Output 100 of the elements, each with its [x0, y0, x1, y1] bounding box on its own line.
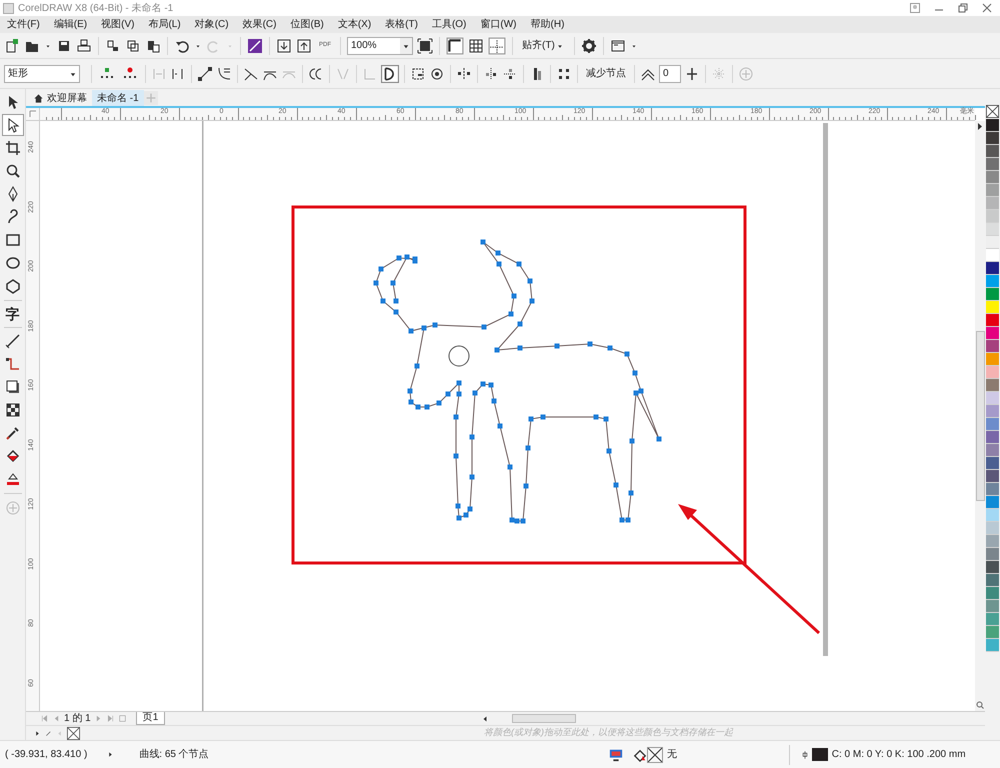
drop-shadow-icon[interactable] [4, 379, 20, 395]
fill-bucket-icon[interactable] [4, 448, 20, 464]
fill-icon[interactable] [632, 748, 647, 762]
color-swatch[interactable] [986, 379, 999, 392]
color-swatch[interactable] [986, 340, 999, 353]
color-swatch[interactable] [986, 392, 999, 405]
menu-item[interactable]: 对象(C) [190, 17, 234, 32]
copy-icon[interactable] [105, 38, 121, 54]
transparency-icon[interactable] [4, 402, 20, 418]
launcher-icon[interactable] [247, 38, 263, 54]
stretch-nodes-icon[interactable] [410, 66, 426, 82]
node-grid-icon[interactable] [711, 66, 727, 82]
zoom-icon[interactable] [976, 701, 984, 709]
line-tool-icon[interactable] [197, 66, 213, 82]
ruler-origin-icon[interactable] [28, 110, 36, 118]
slider-icon[interactable] [684, 66, 700, 82]
guidelines-icon[interactable] [488, 36, 506, 54]
color-swatch[interactable] [986, 353, 999, 366]
menu-item[interactable]: 位图(B) [285, 17, 329, 32]
menu-item[interactable]: 工具(O) [426, 17, 472, 32]
snap-dropdown[interactable]: 贴齐(T) [519, 36, 568, 54]
color-swatch[interactable] [986, 210, 999, 223]
color-swatch[interactable] [986, 574, 999, 587]
color-swatch[interactable] [986, 470, 999, 483]
polygon-tool-icon[interactable] [4, 278, 20, 294]
color-swatch[interactable] [986, 535, 999, 548]
color-swatch[interactable] [986, 145, 999, 158]
crop-tool-icon[interactable] [4, 140, 20, 156]
full-screen-icon[interactable] [417, 38, 433, 54]
color-swatch[interactable] [986, 561, 999, 574]
connector-tool-icon[interactable] [4, 356, 20, 372]
color-swatch[interactable] [986, 509, 999, 522]
horizontal-scroll-thumb[interactable] [512, 714, 576, 723]
color-swatch[interactable] [986, 418, 999, 431]
menu-item[interactable]: 窗口(W) [475, 17, 522, 32]
menu-item[interactable]: 文件(F) [2, 17, 45, 32]
text-tool-glyph[interactable]: 字 [6, 303, 20, 325]
scroll-left-icon[interactable] [481, 714, 490, 722]
document-tab[interactable]: 未命名 -1 [92, 90, 144, 106]
rectangle-tool-icon[interactable] [4, 232, 20, 248]
menu-item[interactable]: 帮助(H) [526, 17, 570, 32]
color-swatch[interactable] [986, 600, 999, 613]
menu-item[interactable]: 视图(V) [96, 17, 140, 32]
color-swatch[interactable] [986, 431, 999, 444]
shape-dropdown[interactable]: 矩形 [4, 64, 80, 82]
color-swatch[interactable] [986, 275, 999, 288]
color-swatch[interactable] [986, 626, 999, 639]
color-swatch[interactable] [986, 327, 999, 340]
mirror-horizontal-icon[interactable] [483, 66, 499, 82]
import-icon[interactable] [276, 38, 292, 54]
vertical-scroll-thumb[interactable] [976, 330, 984, 500]
new-document-icon[interactable] [4, 38, 20, 54]
close-icon[interactable] [982, 3, 992, 13]
rulers-icon[interactable] [446, 36, 464, 54]
smoothness-field[interactable]: 0 [659, 64, 681, 82]
close-curve-icon[interactable] [381, 64, 399, 82]
no-color-swatch-icon[interactable] [67, 726, 80, 740]
color-swatch[interactable] [986, 548, 999, 561]
sheep-outline-drawing[interactable] [374, 240, 662, 524]
menu-item[interactable]: 布局(L) [143, 17, 186, 32]
color-swatch[interactable] [986, 288, 999, 301]
menu-item[interactable]: 表格(T) [380, 17, 423, 32]
align-nodes-icon[interactable] [456, 66, 472, 82]
duplicate-icon[interactable] [125, 38, 141, 54]
window-icon[interactable] [610, 38, 626, 54]
color-swatch[interactable] [986, 132, 999, 145]
zoom-tool-icon[interactable] [4, 163, 20, 179]
color-swatch[interactable] [986, 119, 999, 132]
expand-arrow-icon[interactable] [107, 751, 114, 758]
palette-menu-icon[interactable] [34, 730, 41, 736]
reduce-nodes-button[interactable]: 减少节点 [583, 64, 629, 82]
color-swatch[interactable] [986, 171, 999, 184]
color-swatch[interactable] [986, 249, 999, 262]
cusp-node-icon[interactable] [243, 66, 259, 82]
eyedropper-icon[interactable] [4, 425, 20, 441]
color-swatch[interactable] [986, 457, 999, 470]
zoom-dropdown[interactable]: 100% [347, 36, 413, 54]
color-swatch[interactable] [986, 366, 999, 379]
scroll-right-icon[interactable] [977, 123, 983, 130]
color-swatch[interactable] [986, 301, 999, 314]
menu-item[interactable]: 编辑(E) [48, 17, 92, 32]
eyedropper-icon[interactable] [45, 730, 52, 736]
color-swatch[interactable] [986, 262, 999, 275]
no-color-swatch-icon[interactable] [986, 105, 999, 118]
page-tab[interactable]: 页1 [136, 712, 166, 725]
rotate-nodes-icon[interactable] [429, 66, 445, 82]
color-swatch[interactable] [986, 444, 999, 457]
color-swatch[interactable] [986, 197, 999, 210]
menu-item[interactable]: 效果(C) [238, 17, 282, 32]
color-swatch[interactable] [986, 522, 999, 535]
color-swatch[interactable] [986, 496, 999, 509]
restore-icon[interactable] [958, 3, 968, 13]
no-fill-icon[interactable] [646, 746, 663, 762]
menu-item[interactable]: 文本(X) [332, 17, 376, 32]
home-icon[interactable] [33, 92, 44, 104]
settings-icon[interactable] [580, 38, 597, 54]
color-swatch[interactable] [986, 184, 999, 197]
smart-fill-icon[interactable] [4, 471, 20, 487]
color-swatch[interactable] [986, 639, 999, 652]
export-icon[interactable] [296, 38, 312, 54]
